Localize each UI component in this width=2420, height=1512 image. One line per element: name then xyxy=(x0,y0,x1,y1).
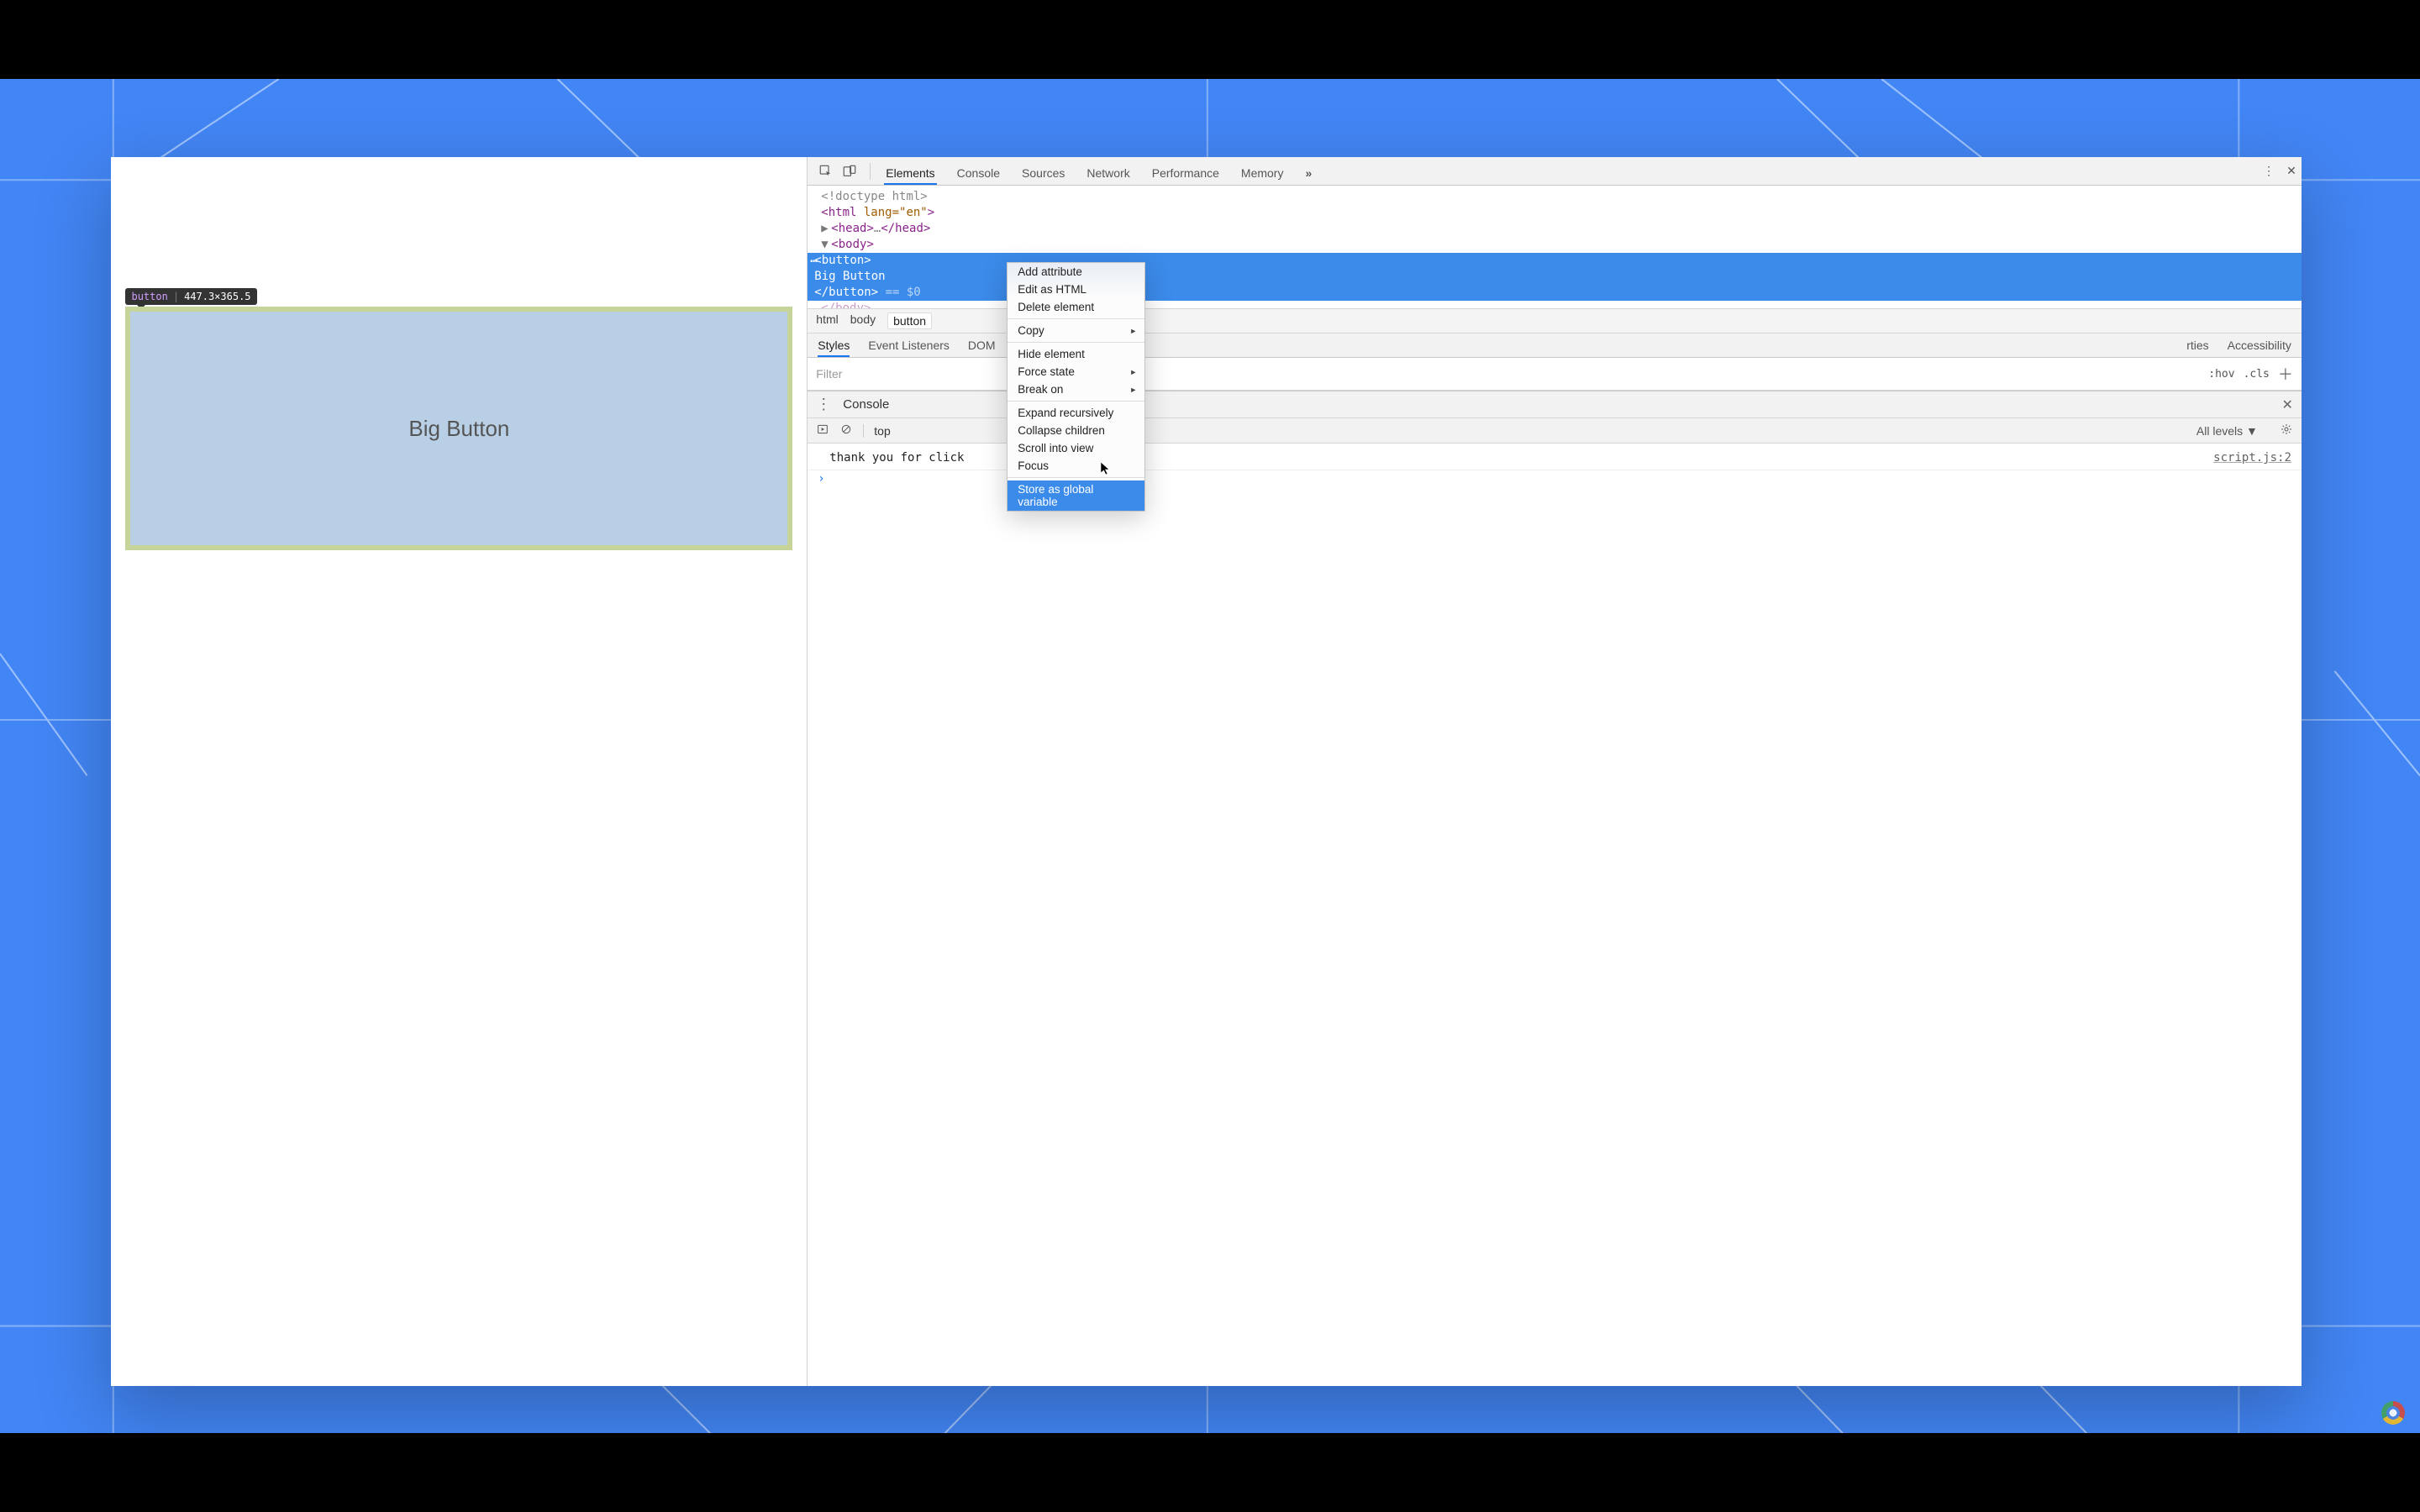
devtools-pane: Elements Console Sources Network Perform… xyxy=(808,157,2302,1386)
subtab-dom-breakpoints-trunc[interactable]: DOM xyxy=(968,339,996,357)
device-toggle-icon[interactable] xyxy=(839,161,860,181)
tab-performance[interactable]: Performance xyxy=(1150,160,1221,185)
tab-network[interactable]: Network xyxy=(1085,160,1131,185)
inspect-icon[interactable] xyxy=(816,161,836,181)
tooltip-dims: 447.3×365.5 xyxy=(184,291,250,302)
devtools-tabs: Elements Console Sources Network Perform… xyxy=(884,157,2260,185)
subtab-accessibility[interactable]: Accessibility xyxy=(2228,339,2291,357)
add-rule-icon[interactable]: ＋ xyxy=(2278,363,2293,385)
ctx-force-state[interactable]: Force state xyxy=(1007,363,1144,381)
context-menu[interactable]: Add attributeEdit as HTMLDelete element C… xyxy=(1007,262,1145,512)
app-window: button | 447.3×365.5 Big Button Elements xyxy=(111,157,2301,1386)
ctx-collapse-children[interactable]: Collapse children xyxy=(1007,422,1144,439)
subtab-styles[interactable]: Styles xyxy=(818,339,850,357)
ctx-break-on[interactable]: Break on xyxy=(1007,381,1144,398)
ctx-delete-element[interactable]: Delete element xyxy=(1007,298,1144,316)
close-devtools-icon[interactable]: ✕ xyxy=(2286,164,2296,178)
ctx-add-attribute[interactable]: Add attribute xyxy=(1007,263,1144,281)
devtools-toolbar: Elements Console Sources Network Perform… xyxy=(808,157,2302,186)
crumb-body[interactable]: body xyxy=(850,312,876,329)
clear-console-icon[interactable] xyxy=(839,423,853,438)
drawer-close-icon[interactable]: ✕ xyxy=(2281,396,2292,413)
tab-elements[interactable]: Elements xyxy=(884,160,936,185)
big-button[interactable]: Big Button xyxy=(125,307,792,550)
big-button-label: Big Button xyxy=(408,416,509,442)
crumb-html[interactable]: html xyxy=(816,312,838,329)
ctx-copy[interactable]: Copy xyxy=(1007,322,1144,339)
subtab-properties-trunc[interactable]: rties xyxy=(2186,339,2208,357)
ctx-focus[interactable]: Focus xyxy=(1007,457,1144,475)
subtab-event-listeners[interactable]: Event Listeners xyxy=(868,339,950,357)
tab-console[interactable]: Console xyxy=(955,160,1002,185)
drawer-kebab-icon[interactable]: ⋮ xyxy=(816,396,831,413)
ctx-store-as-global-variable[interactable]: Store as global variable xyxy=(1007,480,1144,511)
inspect-tooltip: button | 447.3×365.5 xyxy=(125,288,256,305)
crumb-button[interactable]: button xyxy=(887,312,932,329)
hov-toggle[interactable]: :hov xyxy=(2208,368,2234,381)
mouse-cursor-icon xyxy=(1100,461,1112,475)
console-output[interactable]: thank you for click script.js:2 › xyxy=(808,444,2302,1386)
tab-overflow[interactable]: » xyxy=(1303,160,1313,185)
tab-memory[interactable]: Memory xyxy=(1239,160,1286,185)
ctx-expand-recursively[interactable]: Expand recursively xyxy=(1007,404,1144,422)
ctx-scroll-into-view[interactable]: Scroll into view xyxy=(1007,439,1144,457)
log-levels[interactable]: All levels ▼ xyxy=(2196,424,2258,438)
kebab-icon[interactable]: ⋮ xyxy=(2263,164,2275,178)
drawer-title: Console xyxy=(843,397,889,412)
console-drawer: ⋮ Console ✕ top All levels ▼ than xyxy=(808,391,2302,1386)
console-settings-icon[interactable] xyxy=(2280,423,2293,438)
execute-icon[interactable] xyxy=(816,423,829,438)
slide-background: button | 447.3×365.5 Big Button Elements xyxy=(0,79,2420,1434)
context-selector[interactable]: top xyxy=(874,424,890,438)
cls-toggle[interactable]: .cls xyxy=(2244,368,2270,381)
log-source[interactable]: script.js:2 xyxy=(2213,451,2291,465)
tab-sources[interactable]: Sources xyxy=(1020,160,1066,185)
ctx-hide-element[interactable]: Hide element xyxy=(1007,345,1144,363)
chrome-logo-icon xyxy=(2381,1401,2405,1425)
tooltip-tag: button xyxy=(131,291,167,302)
ctx-edit-as-html[interactable]: Edit as HTML xyxy=(1007,281,1144,298)
rendered-page-pane: button | 447.3×365.5 Big Button xyxy=(111,157,808,1386)
